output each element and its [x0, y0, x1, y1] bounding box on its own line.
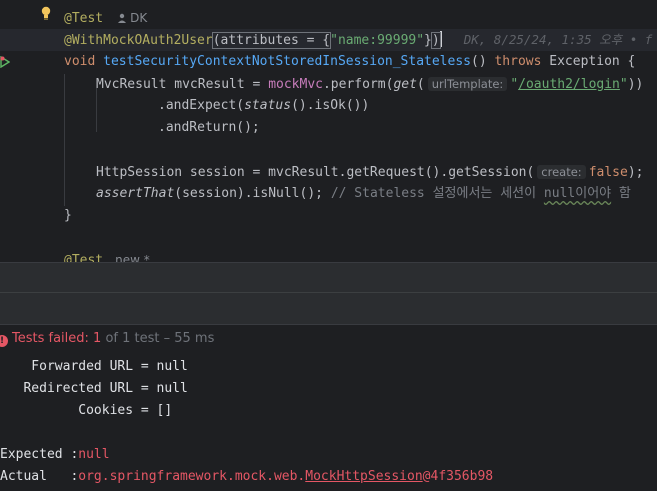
- actual-value: org.springframework.mock.web.: [78, 469, 306, 484]
- code-text: .andReturn();: [158, 120, 260, 135]
- matched-paren: ): [430, 32, 441, 49]
- status-summary: of 1 test – 55 ms: [101, 331, 215, 346]
- code-line: HttpSession session = mvcResult.getReque…: [0, 161, 657, 183]
- code-line-current: @WithMockOAuth2User(attributes = {"name:…: [0, 29, 657, 51]
- error-icon: !: [0, 335, 8, 347]
- comment: 함: [611, 186, 631, 201]
- code-text: )): [627, 77, 644, 92]
- static-method: get: [393, 77, 417, 92]
- keyword: false: [588, 165, 628, 180]
- code-text: (session).isNull();: [174, 186, 331, 201]
- actual-label: Actual :: [0, 469, 79, 484]
- expected-line: Expected :null: [0, 444, 110, 466]
- code-line: @Test new *: [0, 249, 657, 262]
- code-line: @Test DK: [0, 7, 657, 29]
- author-hint: DK: [117, 11, 147, 25]
- keyword: void: [64, 54, 96, 69]
- method-name: testSecurityContextNotStoredInSession_St…: [103, 54, 471, 69]
- code-text: .perform(: [322, 77, 394, 92]
- keyword: throws: [494, 54, 542, 69]
- text-caret: [439, 31, 442, 47]
- code-line: .andReturn();: [0, 117, 657, 139]
- class-link[interactable]: MockHttpSession: [305, 469, 422, 484]
- git-blame: DK, 8/25/24, 1:35 오후 • f: [463, 32, 653, 47]
- exception-type: Exception {: [549, 54, 636, 69]
- author-name: DK: [130, 11, 148, 25]
- console-line: Cookies = []: [0, 403, 173, 418]
- console-line: Redirected URL = null: [0, 381, 188, 396]
- code-text: ().isOk()): [291, 98, 370, 113]
- code-text: );: [627, 165, 644, 180]
- expected-value: null: [78, 447, 110, 462]
- code-editor[interactable]: @Test DK @WithMockOAuth2User(attributes =…: [0, 0, 657, 262]
- code-line: MvcResult mvcResult = mockMvc.perform(ge…: [0, 73, 657, 95]
- code-line: void testSecurityContextNotStoredInSessi…: [0, 51, 657, 73]
- user-icon: [118, 13, 127, 23]
- console-line: Forwarded URL = null: [0, 359, 188, 374]
- code-text: (: [416, 77, 425, 92]
- brace: }: [424, 33, 432, 48]
- param-hint: create:: [537, 165, 586, 179]
- string-literal: ": [619, 77, 628, 92]
- author-hint: new *: [115, 253, 150, 262]
- comment-typo: null이어야: [543, 186, 612, 201]
- static-method: status: [244, 98, 292, 113]
- status-label: Tests failed:: [12, 331, 89, 346]
- code-line: }: [0, 205, 657, 227]
- test-annotation: @Test: [64, 253, 104, 262]
- tool-window-header: [0, 292, 657, 325]
- test-annotation: @Test: [64, 11, 104, 26]
- code-text: .andExpect(: [158, 98, 245, 113]
- string-literal: ": [510, 77, 519, 92]
- actual-value: @4f356b98: [422, 469, 494, 484]
- code-line: .andExpect(status().isOk()): [0, 95, 657, 117]
- field-ref: mockMvc: [268, 77, 323, 92]
- actual-line: Actual :org.springframework.mock.web.Moc…: [0, 466, 493, 488]
- matched-paren: (attributes = {: [211, 32, 332, 49]
- code-text: MvcResult mvcResult =: [96, 77, 269, 92]
- panel-divider[interactable]: [0, 262, 657, 293]
- test-status: ! Tests failed: 1 of 1 test – 55 ms: [0, 329, 214, 349]
- comment: // Stateless 설정에서는 세션이: [330, 186, 544, 201]
- parens: (): [471, 54, 487, 69]
- expected-label: Expected :: [0, 447, 79, 462]
- static-method: assertThat: [96, 186, 175, 201]
- string-literal: "name:99999": [330, 33, 425, 48]
- code-line: assertThat(session).isNull(); // Statele…: [0, 183, 657, 205]
- url-link[interactable]: /oauth2/login: [518, 77, 620, 92]
- mock-user-annotation: @WithMockOAuth2User: [64, 33, 213, 48]
- brace: }: [64, 208, 72, 223]
- test-console[interactable]: ! Tests failed: 1 of 1 test – 55 ms Forwa…: [0, 324, 657, 491]
- code-text: HttpSession session = mvcResult.getReque…: [96, 165, 535, 180]
- param-hint: urlTemplate:: [427, 77, 508, 91]
